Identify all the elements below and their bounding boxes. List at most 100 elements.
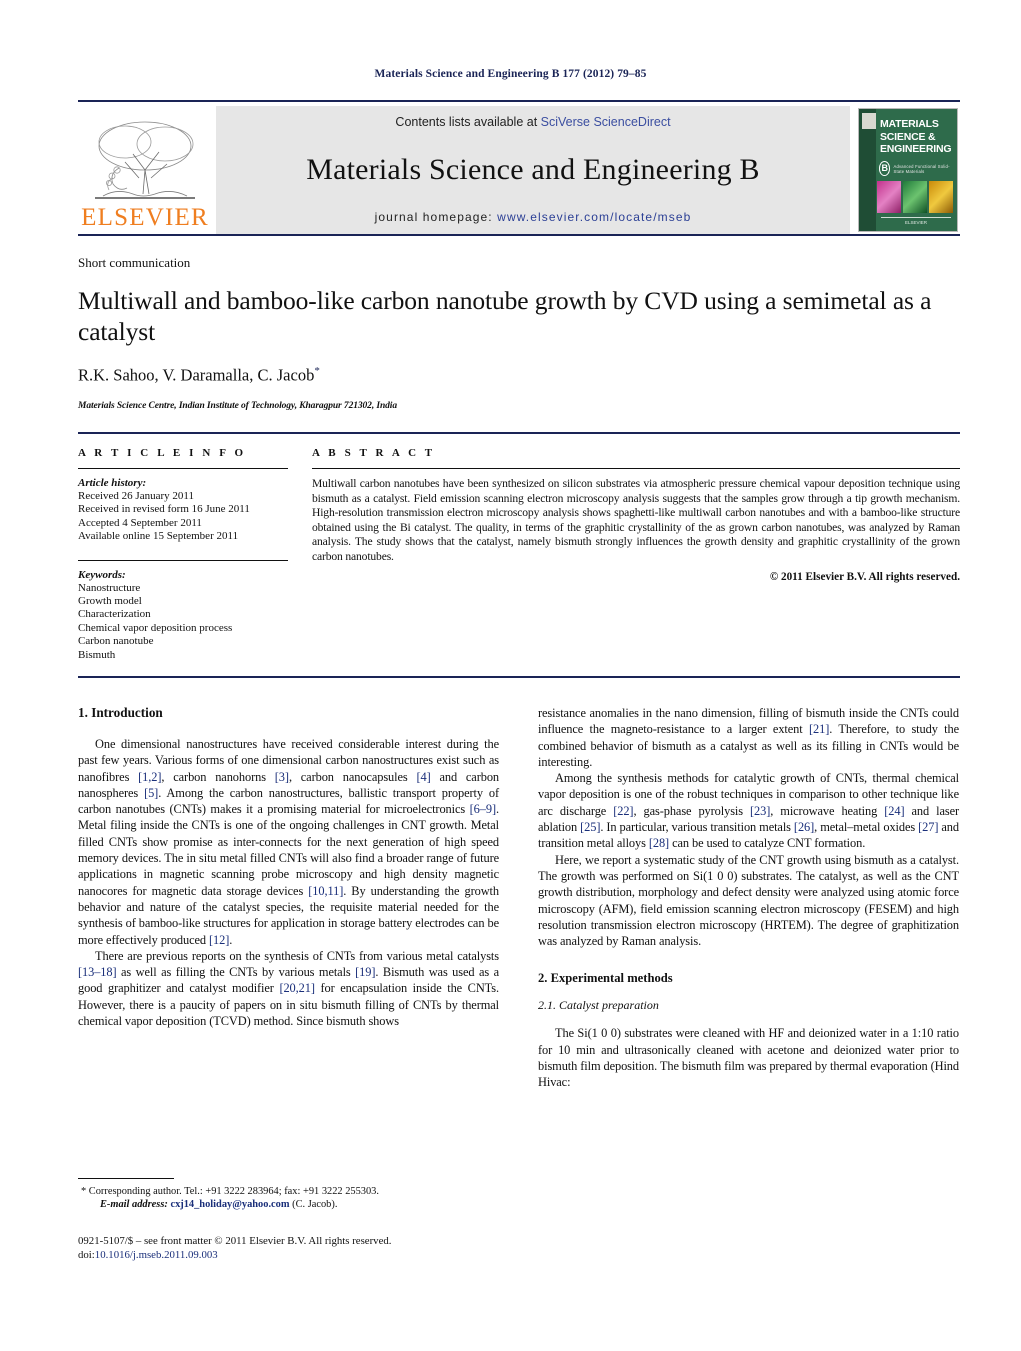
keywords-label: Keywords:	[78, 568, 126, 581]
body-column-right: resistance anomalies in the nano dimensi…	[538, 705, 959, 1175]
section-heading-introduction: 1. Introduction	[78, 705, 163, 720]
corresponding-author-marker: *	[314, 365, 320, 377]
citation-link[interactable]: [6–9]	[470, 802, 496, 816]
article-info-rule	[78, 468, 288, 469]
keyword-item: Chemical vapor deposition process	[78, 621, 233, 634]
elsevier-tree-icon	[95, 121, 195, 199]
citation-link[interactable]: [26]	[794, 820, 814, 834]
paragraph-intro-2: There are previous reports on the synthe…	[78, 948, 499, 1029]
journal-cover-thumbnail: MATERIALS SCIENCE & ENGINEERING B Advanc…	[856, 106, 960, 234]
citation-link[interactable]: [4]	[416, 770, 430, 784]
body-column-left: 1. Introduction One dimensional nanostru…	[78, 705, 499, 1175]
text-run: , gas-phase pyrolysis	[633, 803, 751, 818]
citation-link[interactable]: [13–18]	[78, 965, 117, 979]
cover-title-line2: SCIENCE &	[880, 130, 936, 143]
citation-link[interactable]: [22]	[613, 804, 633, 818]
email-note: E-mail address: cxj14_holiday@yahoo.com …	[78, 1198, 499, 1211]
article-history-item: Accepted 4 September 2011	[78, 516, 202, 529]
email-link[interactable]: cxj14_holiday@yahoo.com	[170, 1199, 289, 1210]
keywords-rule	[78, 559, 288, 561]
keyword-item: Characterization	[78, 608, 151, 621]
doi-link[interactable]: 10.1016/j.mseb.2011.09.003	[95, 1249, 218, 1261]
text-run: as well as filling the CNTs by various m…	[116, 965, 356, 980]
article-history-item: Received 26 January 2011	[78, 490, 194, 502]
citation-link[interactable]: [23]	[750, 804, 770, 818]
paragraph-intro-5: Here, we report a systematic study of th…	[538, 852, 959, 949]
body-columns: 1. Introduction One dimensional nanostru…	[78, 705, 960, 1175]
text-run: , carbon nanocapsules	[288, 769, 417, 784]
author-names: R.K. Sahoo, V. Daramalla, C. Jacob	[78, 365, 315, 385]
text-run: There are previous reports on the synthe…	[95, 948, 499, 963]
article-info-column: A R T I C L E I N F O Article history: R…	[78, 447, 310, 662]
subsection-heading-catalyst-preparation: 2.1. Catalyst preparation	[538, 998, 659, 1013]
citation-link[interactable]: [12]	[209, 933, 229, 947]
section-heading-experimental: 2. Experimental methods	[538, 971, 673, 986]
elsevier-wordmark: ELSEVIER	[81, 204, 209, 231]
citation-link[interactable]: [25]	[580, 820, 600, 834]
cover-title-line1: MATERIALS	[880, 118, 939, 130]
sciencedirect-link[interactable]: SciVerse ScienceDirect	[541, 115, 671, 129]
corresponding-author-note: * Corresponding author. Tel.: +91 3222 2…	[81, 1186, 379, 1197]
cover-micrograph-strip	[877, 181, 953, 213]
contents-prefix: Contents lists available at	[395, 115, 541, 129]
cover-publisher-mark-icon	[862, 113, 876, 129]
citation-link[interactable]: [3]	[275, 770, 289, 784]
contents-available-line: Contents lists available at SciVerse Sci…	[395, 115, 670, 129]
cover-title-line3: ENGINEERING	[880, 143, 952, 155]
article-history-item: Available online 15 September 2011	[78, 530, 239, 543]
cover-subtitle: Advanced Functional Solid-State Material…	[893, 163, 950, 174]
abstract-column: A B S T R A C T Multiwall carbon nanotub…	[310, 447, 960, 662]
text-run: .	[229, 932, 233, 947]
citation-link[interactable]: [5]	[144, 786, 158, 800]
article-history-item: Received in revised form 16 June 2011	[78, 503, 250, 516]
running-head: Materials Science and Engineering B 177 …	[374, 68, 647, 80]
footnote-block: * Corresponding author. Tel.: +91 3222 2…	[78, 1178, 499, 1211]
elsevier-logo: ELSEVIER	[78, 106, 212, 234]
paper-page: Materials Science and Engineering B 177 …	[0, 0, 1021, 1351]
cover-title: MATERIALS SCIENCE & ENGINEERING	[880, 118, 954, 156]
text-run: , microwave heating	[770, 803, 885, 818]
cover-micrograph-magenta	[877, 181, 901, 213]
cover-series-badge: B Advanced Functional Solid-State Materi…	[879, 161, 957, 176]
cover-footer-mark: ELSEVIER	[881, 217, 951, 225]
cover-series-letter: B	[879, 161, 891, 176]
keyword-item: Carbon nanotube	[78, 635, 154, 648]
citation-link[interactable]: [1,2]	[138, 770, 161, 784]
abstract-text: Multiwall carbon nanotubes have been syn…	[312, 477, 960, 563]
issn-line: 0921-5107/$ – see front matter © 2011 El…	[78, 1235, 392, 1247]
text-run: , carbon nanohorns	[161, 769, 275, 784]
cover-micrograph-yellow	[929, 181, 953, 213]
keyword-item: Bismuth	[78, 648, 116, 661]
citation-link[interactable]: [10,11]	[308, 884, 343, 898]
citation-link[interactable]: [20,21]	[279, 981, 315, 995]
text-run: . In particular, various transition meta…	[600, 820, 794, 835]
affiliation: Materials Science Centre, Indian Institu…	[78, 400, 397, 411]
citation-link[interactable]: [27]	[918, 820, 938, 834]
journal-masthead: ELSEVIER Contents lists available at Sci…	[78, 100, 960, 236]
article-history-label: Article history:	[78, 477, 147, 489]
keyword-item: Nanostructure	[78, 581, 141, 594]
article-info-abstract-band: A R T I C L E I N F O Article history: R…	[78, 432, 960, 679]
citation-link[interactable]: [19]	[355, 965, 375, 979]
abstract-heading: A B S T R A C T	[312, 447, 436, 459]
masthead-bottom-rule	[78, 234, 960, 236]
citation-link[interactable]: [24]	[884, 804, 904, 818]
author-list: R.K. Sahoo, V. Daramalla, C. Jacob*	[78, 365, 960, 386]
abstract-copyright: © 2011 Elsevier B.V. All rights reserved…	[769, 570, 960, 583]
email-suffix: (C. Jacob).	[289, 1199, 338, 1210]
paragraph-experimental-1: The Si(1 0 0) substrates were cleaned wi…	[538, 1026, 959, 1090]
footnote-rule	[78, 1178, 174, 1179]
journal-title: Materials Science and Engineering B	[306, 152, 760, 186]
doi-label: doi:	[78, 1248, 95, 1261]
citation-link[interactable]: [28]	[649, 836, 669, 850]
citation-link[interactable]: [21]	[809, 722, 829, 736]
cover-micrograph-green	[903, 181, 927, 213]
issn-doi-block: 0921-5107/$ – see front matter © 2011 El…	[78, 1235, 548, 1262]
homepage-url-link[interactable]: www.elsevier.com/locate/mseb	[497, 210, 691, 224]
paragraph-intro-1: One dimensional nanostructures have rece…	[78, 736, 499, 948]
article-head: Short communication Multiwall and bamboo…	[78, 255, 960, 411]
doi-line: doi:10.1016/j.mseb.2011.09.003	[78, 1249, 548, 1263]
paragraph-intro-3-cont: resistance anomalies in the nano dimensi…	[538, 705, 959, 770]
paragraph-intro-4: Among the synthesis methods for catalyti…	[538, 770, 959, 851]
